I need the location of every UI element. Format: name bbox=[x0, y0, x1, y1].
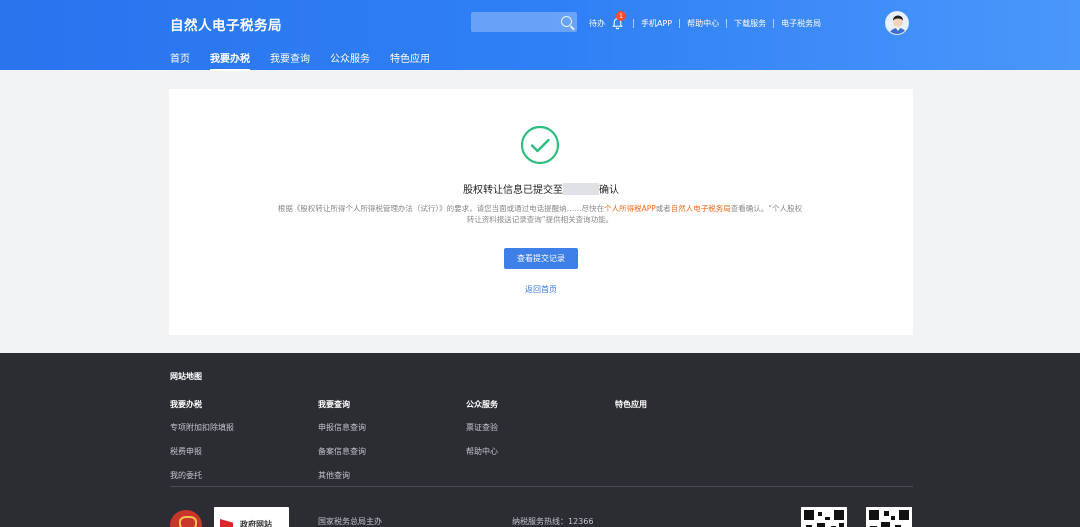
search-box[interactable] bbox=[471, 12, 577, 32]
tax-app-link[interactable]: 个人所得税APP bbox=[604, 204, 656, 213]
footer-column: 我要查询 申报信息查询 备案信息查询 其他查询 bbox=[318, 399, 366, 494]
main-nav: 首页 我要办税 我要查询 公众服务 特色应用 bbox=[170, 50, 450, 71]
qr-code-icon bbox=[801, 507, 847, 527]
tab-special-apps[interactable]: 特色应用 bbox=[390, 50, 430, 65]
gov-site-logo[interactable]: 政府网站 bbox=[214, 507, 289, 527]
footer-column: 特色应用 bbox=[615, 399, 647, 422]
footer-link[interactable]: 我的委托 bbox=[170, 470, 234, 481]
footer-link[interactable]: 专项附加扣除填报 bbox=[170, 422, 234, 433]
desc-text: 根据《股权转让所得个人所得税管理办法（试行）》的要求，请您当面或通过电话提醒纳 bbox=[277, 204, 567, 213]
divider bbox=[773, 18, 775, 28]
footer-link[interactable]: 税费申报 bbox=[170, 446, 234, 457]
footer-column-heading: 公众服务 bbox=[466, 400, 498, 409]
flag-icon bbox=[220, 519, 233, 527]
user-avatar-icon bbox=[886, 12, 908, 34]
footer-column-heading: 我要查询 bbox=[318, 400, 350, 409]
footer-link[interactable]: 票证查验 bbox=[466, 422, 498, 433]
check-circle-icon bbox=[520, 125, 560, 165]
tab-home[interactable]: 首页 bbox=[170, 50, 190, 65]
footer-link[interactable]: 其他查询 bbox=[318, 470, 366, 481]
party-emblem-icon[interactable] bbox=[170, 510, 202, 527]
etax-link[interactable]: 电子税务局 bbox=[781, 18, 821, 29]
footer-divider bbox=[170, 486, 913, 487]
footer-column-heading: 我要办税 bbox=[170, 400, 202, 409]
search-icon[interactable] bbox=[561, 16, 572, 27]
divider bbox=[633, 18, 634, 28]
desc-masked: …… bbox=[566, 204, 582, 213]
desc-text: 尽快在 bbox=[581, 204, 605, 213]
divider bbox=[679, 18, 681, 28]
site-footer: 网站地图 我要办税 专项附加扣除填报 税费申报 我的委托 我要查询 申报信息查询… bbox=[0, 353, 1080, 527]
qr-code-icon bbox=[866, 507, 912, 527]
user-avatar[interactable] bbox=[885, 11, 909, 35]
desc-text: 或者 bbox=[655, 204, 671, 213]
help-center-link[interactable]: 帮助中心 bbox=[687, 18, 719, 29]
hotline-info: 纳税服务热线：12366 bbox=[512, 517, 594, 526]
search-input[interactable] bbox=[471, 12, 559, 32]
result-title: 股权转让信息已提交至 确认 bbox=[169, 181, 913, 196]
download-link[interactable]: 下载服务 bbox=[734, 18, 766, 29]
notification-bell[interactable]: 1 bbox=[611, 10, 626, 30]
footer-column: 公众服务 票证查验 帮助中心 bbox=[466, 399, 498, 470]
footer-column-heading: 特色应用 bbox=[615, 400, 647, 409]
tab-query[interactable]: 我要查询 bbox=[270, 50, 310, 65]
footer-column: 我要办税 专项附加扣除填报 税费申报 我的委托 bbox=[170, 399, 234, 494]
result-description: 根据《股权转让所得个人所得税管理办法（试行）》的要求，请您当面或通过电话提醒纳…… bbox=[275, 203, 805, 225]
gov-site-logo-text: 政府网站 bbox=[240, 520, 272, 527]
sitemap-title: 网站地图 bbox=[170, 372, 202, 381]
site-brand[interactable]: 自然人电子税务局 bbox=[170, 14, 282, 34]
tab-public-service[interactable]: 公众服务 bbox=[330, 50, 370, 65]
host-info: 国家税务总局主办 bbox=[318, 517, 382, 526]
footer-link[interactable]: 备案信息查询 bbox=[318, 446, 366, 457]
result-title-prefix: 股权转让信息已提交至 bbox=[463, 185, 563, 196]
top-links: 待办 1 手机APP 帮助中心 下载服务 电子税务局 bbox=[589, 10, 821, 30]
tab-tax-handling[interactable]: 我要办税 bbox=[210, 50, 250, 71]
top-header: 自然人电子税务局 待办 1 手机APP 帮助中心 下载服务 电子税务局 首页 我… bbox=[0, 0, 1080, 71]
notification-badge: 1 bbox=[616, 10, 626, 21]
etax-bureau-link[interactable]: 自然人电子税务局 bbox=[671, 204, 731, 213]
todo-link[interactable]: 待办 bbox=[589, 18, 605, 29]
back-home-link[interactable]: 返回首页 bbox=[169, 284, 913, 295]
footer-link[interactable]: 申报信息查询 bbox=[318, 422, 366, 433]
result-card: 股权转让信息已提交至 确认 根据《股权转让所得个人所得税管理办法（试行）》的要求，… bbox=[169, 89, 913, 335]
footer-link[interactable]: 帮助中心 bbox=[466, 446, 498, 457]
divider bbox=[726, 18, 728, 28]
mobile-app-link[interactable]: 手机APP bbox=[641, 18, 672, 29]
view-records-button[interactable]: 查看提交记录 bbox=[504, 248, 578, 269]
masked-name bbox=[563, 183, 599, 195]
result-title-suffix: 确认 bbox=[599, 185, 619, 196]
